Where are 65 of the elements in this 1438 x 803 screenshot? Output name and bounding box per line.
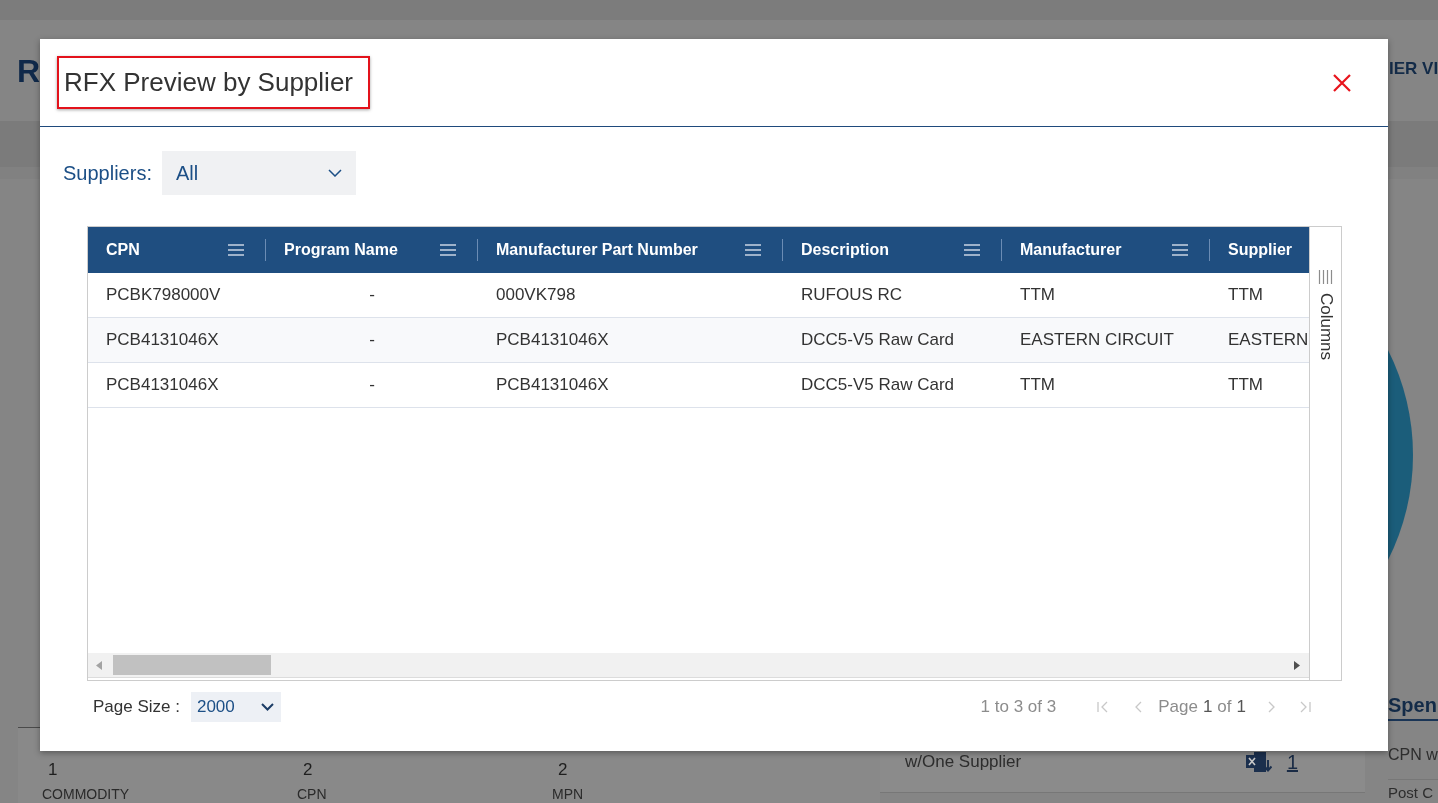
filter-label: Suppliers: [63, 161, 152, 185]
table-cell-text: 000VK798 [495, 284, 577, 307]
stat-label: MPN [552, 786, 584, 802]
table-cell-text: - [368, 374, 376, 397]
table-cell-text: DCC5-V5 Raw Card [800, 374, 956, 397]
stat-value: 2 [557, 760, 568, 780]
spend-row-label: CPN w [1388, 745, 1438, 765]
page-label: Page [1158, 697, 1198, 717]
table-cell-text: EASTERN [1227, 329, 1309, 352]
dialog-title: RFX Preview by Supplier [57, 56, 370, 109]
horizontal-scrollbar[interactable] [88, 653, 1309, 677]
menu-icon[interactable] [228, 244, 244, 256]
nav-link[interactable]: IER VI [1389, 58, 1438, 80]
table-cell-text: PCB4131046X [105, 329, 220, 352]
total-pages-number: 1 [1236, 697, 1246, 717]
supplier-select[interactable]: All [161, 151, 356, 195]
page-size-select[interactable]: 2000 [190, 692, 281, 722]
row-count-text: 1 to 3 of 3 [980, 697, 1057, 717]
stat-value: 1 [47, 760, 58, 780]
of-label: of [1217, 697, 1232, 717]
menu-icon[interactable] [964, 244, 980, 256]
close-icon [1333, 73, 1351, 92]
scroll-left-icon[interactable] [96, 660, 102, 670]
table-cell-text: PCBK798000V [105, 284, 222, 307]
table-cell-text: TTM [1019, 374, 1056, 397]
menu-icon[interactable] [440, 244, 456, 256]
column-header[interactable]: Description [783, 227, 1002, 273]
table-cell-text: - [368, 284, 376, 307]
table-cell-text: TTM [1227, 374, 1264, 397]
count-link[interactable]: 1 [1286, 751, 1298, 773]
column-header[interactable]: Manufacturer [1002, 227, 1210, 273]
scroll-right-icon[interactable] [1294, 660, 1300, 670]
spreadsheet-download-icon[interactable] [1245, 751, 1272, 773]
table-cell-text: PCB4131046X [495, 329, 610, 352]
columns-icon [1318, 270, 1333, 284]
table-cell-text: - [368, 329, 376, 352]
stat-value: 2 [302, 760, 313, 780]
table-cell-text: TTM [1019, 284, 1056, 307]
column-header[interactable]: Manufacturer Part Number [478, 227, 783, 273]
page-title: R [17, 52, 41, 91]
table-cell-text: PCB4131046X [105, 374, 220, 397]
table-cell-text: DCC5-V5 Raw Card [800, 329, 956, 352]
table-cell-text: EASTERN CIRCUIT [1019, 329, 1175, 352]
column-header[interactable]: Supplier [1210, 227, 1309, 273]
current-page-number: 1 [1202, 697, 1213, 717]
spend-row-label: Post C [1388, 784, 1434, 801]
table-cell-text: RUFOUS RC [800, 284, 904, 307]
spend-title: Spen [1388, 693, 1438, 718]
summary-label: w/One Supplier [905, 752, 1022, 772]
chevron-down-icon [260, 703, 274, 711]
column-header[interactable]: CPN [88, 227, 266, 273]
chevron-down-icon [327, 169, 342, 177]
next-page-icon [1266, 700, 1276, 714]
menu-icon[interactable] [745, 244, 761, 256]
columns-tab[interactable]: Columns [1315, 270, 1336, 361]
menu-icon[interactable] [1172, 244, 1188, 256]
last-page-icon [1298, 700, 1312, 714]
page-size-label: Page Size : [93, 697, 180, 717]
scrollbar-thumb[interactable] [113, 655, 271, 675]
table-cell-text: TTM [1227, 284, 1264, 307]
table-row[interactable]: PCB4131046X - PCB4131046X DCC5-V5 Raw Card EASTERN CIRCUIT EASTERN [88, 318, 1309, 363]
stat-label: CPN [297, 786, 327, 802]
stat-label: COMMODITY [42, 786, 130, 802]
column-header[interactable]: Program Name [266, 227, 478, 273]
table-cell-text: PCB4131046X [495, 374, 610, 397]
